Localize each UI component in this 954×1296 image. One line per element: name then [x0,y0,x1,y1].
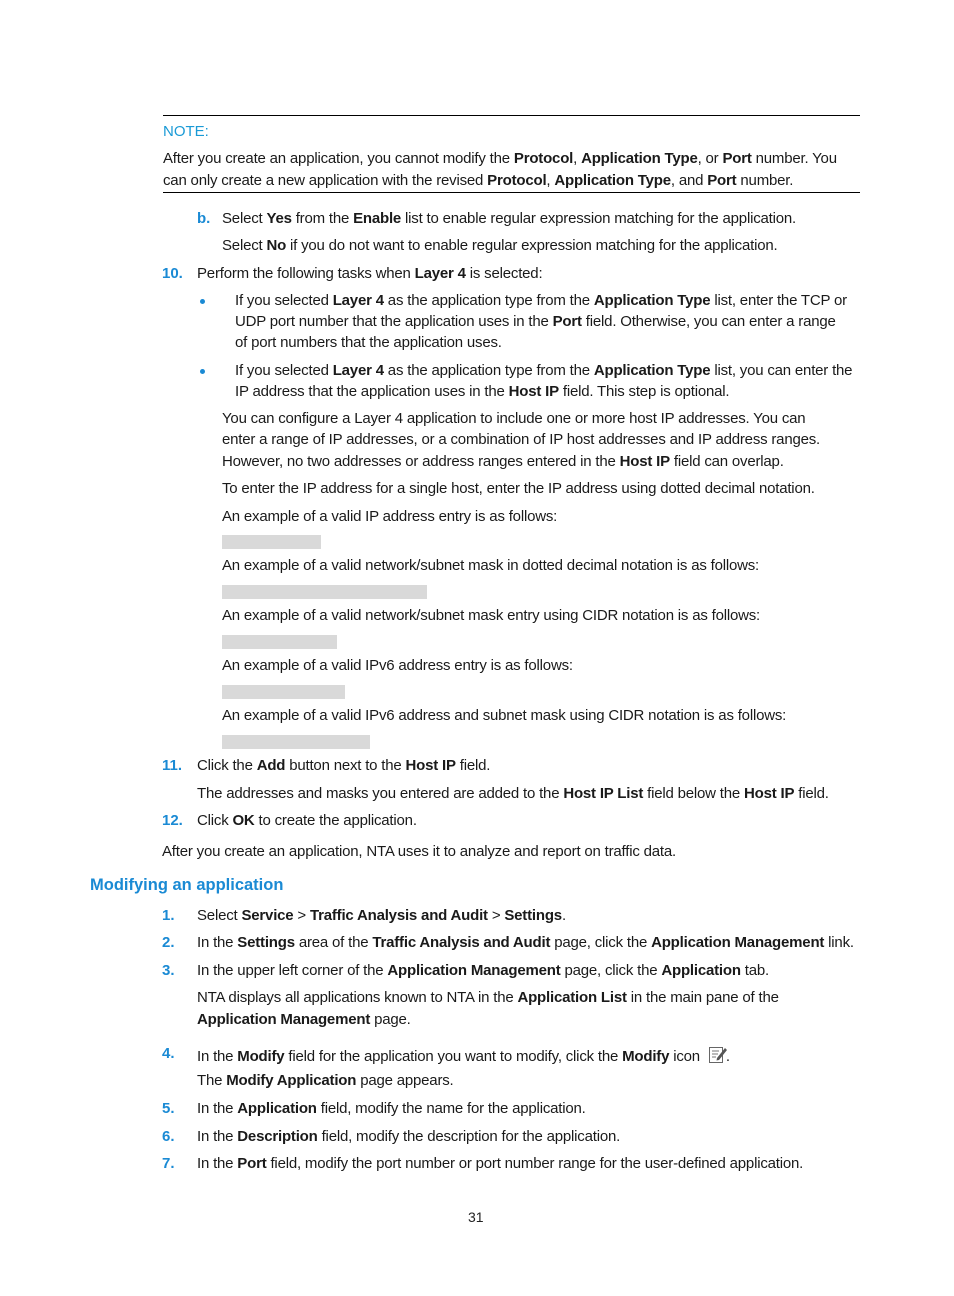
step-marker: 3. [162,962,175,979]
step-12-text: Click OK to create the application. [197,812,417,829]
bold-term: Host IP List [563,785,644,802]
bold-term: Description [237,1128,318,1145]
bold-term: Host IP [619,453,670,470]
step-marker: 7. [162,1155,175,1172]
step-b-subtext: Select No if you do not want to enable r… [222,237,778,254]
bold-term: Layer 4 [332,292,384,309]
paragraph-line: To enter the IP address for a single hos… [222,480,815,497]
redacted-example [222,685,345,699]
bullet-line: of port numbers that the application use… [235,334,502,351]
step-marker: b. [197,210,211,227]
bold-term: Modify [237,1048,285,1065]
bold-term: Port [237,1155,267,1172]
bold-term: Host IP [508,383,559,400]
bold-term: Enable [353,210,402,227]
bold-term: Host IP [744,785,795,802]
modify-step-text: In the Description field, modify the des… [197,1128,621,1145]
bold-term: Settings [237,934,295,951]
bold-term: Application Type [593,292,711,309]
bold-term: Protocol [487,172,547,189]
modify-step-text: In the Settings area of the Traffic Anal… [197,934,854,951]
bold-term: Application Management [387,962,561,979]
modify-step-text: Select Service > Traffic Analysis and Au… [197,907,566,924]
example-label: An example of a valid IP address entry i… [222,508,558,525]
redacted-example [222,535,321,549]
step-10-text: Perform the following tasks when Layer 4… [197,265,543,282]
bold-term: Traffic Analysis and Audit [309,907,488,924]
example-label: An example of a valid network/subnet mas… [222,607,761,624]
step-marker: 12. [162,812,183,829]
note-line: After you create an application, you can… [163,150,837,167]
modify-step-text: In the Application field, modify the nam… [197,1100,586,1117]
step-marker: 2. [162,934,175,951]
bold-term: Port [552,313,582,330]
bold-term: No [266,237,287,254]
bold-term: Application Management [651,934,825,951]
step-marker: 6. [162,1128,175,1145]
modify-step-subtext: NTA displays all applications known to N… [197,989,779,1006]
example-label: An example of a valid IPv6 address and s… [222,707,787,724]
step-11-text: Click the Add button next to the Host IP… [197,757,491,774]
bold-term: Traffic Analysis and Audit [372,934,551,951]
bold-term: Service [241,907,294,924]
bold-term: OK [232,812,255,829]
paragraph-line: However, no two addresses or address ran… [222,453,784,470]
bullet-line: IP address that the application uses in … [235,383,730,400]
bold-term: Settings [504,907,562,924]
bold-term: Port [722,150,752,167]
bullet-line: UDP port number that the application use… [235,313,836,330]
bullet-line: If you selected Layer 4 as the applicati… [235,292,847,309]
modify-edit-icon [708,1045,727,1063]
step-marker: 1. [162,907,175,924]
step-marker: 10. [162,265,183,282]
example-label: An example of a valid IPv6 address entry… [222,657,573,674]
modify-step-text: In the Modify field for the application … [197,1045,730,1066]
bold-term: Modify [622,1048,670,1065]
bold-term: Add [256,757,286,774]
redacted-example [222,635,337,649]
paragraph-line: enter a range of IP addresses, or a comb… [222,431,821,448]
note-label: NOTE: [163,123,209,140]
bold-term: Layer 4 [332,362,384,379]
bullet-dot-icon [200,299,205,304]
bold-term: Application [661,962,741,979]
note-bottom-rule [163,192,860,193]
note-line: can only create a new application with t… [163,172,794,189]
step-marker: 11. [162,757,183,774]
modify-step-text: In the upper left corner of the Applicat… [197,962,769,979]
step-11-subtext: The addresses and masks you entered are … [197,785,829,802]
note-top-rule [163,115,860,116]
step-marker: 5. [162,1100,175,1117]
bold-term: Protocol [513,150,574,167]
bold-term: Application List [517,989,627,1006]
modify-step-subtext: Application Management page. [197,1011,411,1028]
bold-term: Modify Application [226,1072,357,1089]
modify-step-subtext: The Modify Application page appears. [197,1072,454,1089]
bold-term: Application Management [197,1011,371,1028]
page-number: 31 [468,1209,484,1225]
bold-term: Port [707,172,737,189]
redacted-example [222,735,370,749]
paragraph-line: You can configure a Layer 4 application … [222,410,806,427]
redacted-example [222,585,427,599]
bold-term: Application [237,1100,317,1117]
bold-term: Host IP [405,757,456,774]
modify-step-4-text: In the Modify field for the application … [197,1048,700,1065]
section-heading: Modifying an application [90,876,284,894]
bold-term: Layer 4 [414,265,466,282]
bold-term: Application Type [593,362,711,379]
bold-term: Yes [266,210,292,227]
example-label: An example of a valid network/subnet mas… [222,557,760,574]
modify-step-text: In the Port field, modify the port numbe… [197,1155,804,1172]
after-paragraph: After you create an application, NTA use… [162,843,676,860]
step-marker: 4. [162,1045,175,1062]
bullet-line: If you selected Layer 4 as the applicati… [235,362,853,379]
step-b-text: Select Yes from the Enable list to enabl… [222,210,797,227]
bullet-dot-icon [200,369,205,374]
bold-term: Application Type [581,150,698,167]
bold-term: Application Type [554,172,671,189]
